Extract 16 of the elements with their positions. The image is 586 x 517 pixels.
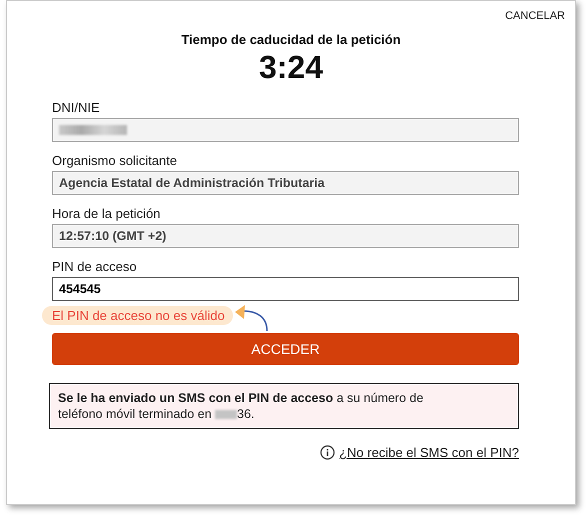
input-field[interactable]: 454545 [52,277,519,301]
info-icon [320,445,336,460]
redacted-value [59,125,127,135]
countdown-time: 3:24 [258,49,324,86]
field-label: Hora de la petición [52,206,162,221]
sms-notice: Se le ha enviado un SMS con el PIN de acceso a su número de teléfono móvil terminado en 36. [49,383,519,429]
input-field: 12:57:10 (GMT +2) [52,224,519,248]
input-field: Agencia Estatal de Administración Tributaria [52,171,519,195]
submit-button[interactable]: ACCEDER [52,333,519,365]
field-label: PIN de acceso [52,259,138,274]
help-link[interactable]: ¿No recibe el SMS con el PIN? [339,445,519,460]
field-label: DNI/NIE [52,100,101,115]
cancel-link[interactable]: CANCELAR [505,10,565,22]
field-label: Organismo solicitante [52,153,178,168]
timer-title: Tiempo de caducidad de la petición [180,32,402,47]
error-message: El PIN de acceso no es válido [42,306,233,324]
